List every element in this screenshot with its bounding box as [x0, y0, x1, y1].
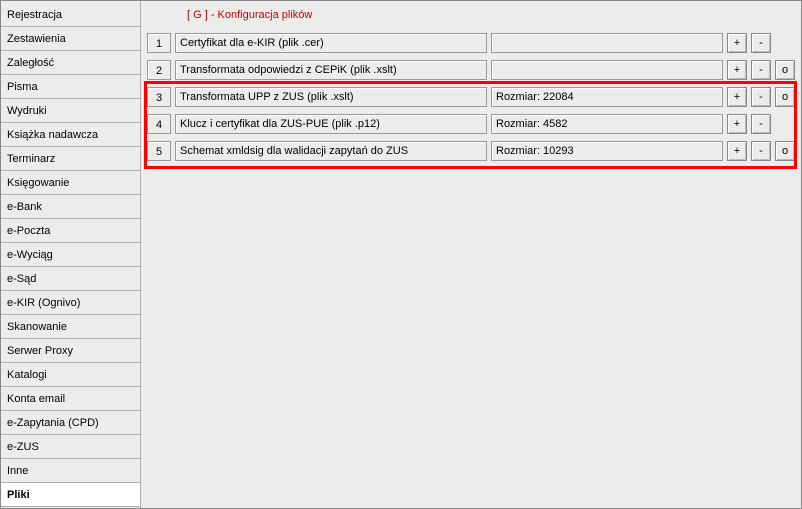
file-row: 4Klucz i certyfikat dla ZUS-PUE (plik .p…	[147, 110, 795, 137]
sidebar-item[interactable]: Rejestracja	[1, 3, 140, 27]
row-number: 5	[147, 141, 171, 161]
remove-button[interactable]: -	[751, 87, 771, 107]
sidebar-item[interactable]: e-Zapytania (CPD)	[1, 411, 140, 435]
sidebar-item[interactable]: Zaległość	[1, 51, 140, 75]
file-row: 5Schemat xmldsig dla walidacji zapytań d…	[147, 137, 795, 164]
remove-button[interactable]: -	[751, 60, 771, 80]
main-panel: [ G ] - Konfiguracja plików 1Certyfikat …	[141, 1, 801, 508]
remove-button[interactable]: -	[751, 114, 771, 134]
sidebar-item[interactable]: Konta email	[1, 387, 140, 411]
row-description: Certyfikat dla e-KIR (plik .cer)	[175, 33, 487, 53]
section-title: [ G ] - Konfiguracja plików	[147, 5, 795, 29]
row-size: Rozmiar: 4582	[491, 114, 723, 134]
file-row: 1Certyfikat dla e-KIR (plik .cer) +-	[147, 29, 795, 56]
remove-button[interactable]: -	[751, 141, 771, 161]
sidebar-item[interactable]: e-Sąd	[1, 267, 140, 291]
row-size: Rozmiar: 10293	[491, 141, 723, 161]
row-number: 1	[147, 33, 171, 53]
open-button[interactable]: o	[775, 87, 795, 107]
add-button[interactable]: +	[727, 33, 747, 53]
app-window: RejestracjaZestawieniaZaległośćPismaWydr…	[0, 0, 802, 509]
row-number: 3	[147, 87, 171, 107]
sidebar-item[interactable]: Katalogi	[1, 363, 140, 387]
remove-button[interactable]: -	[751, 33, 771, 53]
row-description: Schemat xmldsig dla walidacji zapytań do…	[175, 141, 487, 161]
file-rows: 1Certyfikat dla e-KIR (plik .cer) +-2Tra…	[147, 29, 795, 164]
sidebar-item[interactable]: Pliki	[1, 483, 140, 507]
open-button[interactable]: o	[775, 60, 795, 80]
row-number: 4	[147, 114, 171, 134]
row-size	[491, 60, 723, 80]
row-number: 2	[147, 60, 171, 80]
sidebar-item[interactable]: Księgowanie	[1, 171, 140, 195]
add-button[interactable]: +	[727, 60, 747, 80]
open-button[interactable]: o	[775, 141, 795, 161]
add-button[interactable]: +	[727, 114, 747, 134]
sidebar-item[interactable]: Terminarz	[1, 147, 140, 171]
sidebar-item[interactable]: e-KIR (Ognivo)	[1, 291, 140, 315]
row-description: Transformata UPP z ZUS (plik .xslt)	[175, 87, 487, 107]
sidebar-item[interactable]: Pisma	[1, 75, 140, 99]
sidebar-item[interactable]: Wydruki	[1, 99, 140, 123]
row-size	[491, 33, 723, 53]
file-row: 3Transformata UPP z ZUS (plik .xslt)Rozm…	[147, 83, 795, 110]
sidebar-item[interactable]: e-Poczta	[1, 219, 140, 243]
sidebar-item[interactable]: Zestawienia	[1, 27, 140, 51]
add-button[interactable]: +	[727, 141, 747, 161]
sidebar-item[interactable]: Inne	[1, 459, 140, 483]
row-description: Transformata odpowiedzi z CEPiK (plik .x…	[175, 60, 487, 80]
sidebar: RejestracjaZestawieniaZaległośćPismaWydr…	[1, 1, 141, 508]
sidebar-item[interactable]: e-Wyciąg	[1, 243, 140, 267]
sidebar-item[interactable]: Książka nadawcza	[1, 123, 140, 147]
add-button[interactable]: +	[727, 87, 747, 107]
row-description: Klucz i certyfikat dla ZUS-PUE (plik .p1…	[175, 114, 487, 134]
sidebar-item[interactable]: Skanowanie	[1, 315, 140, 339]
file-row: 2Transformata odpowiedzi z CEPiK (plik .…	[147, 56, 795, 83]
row-size: Rozmiar: 22084	[491, 87, 723, 107]
sidebar-item[interactable]: e-ZUS	[1, 435, 140, 459]
sidebar-item[interactable]: e-Bank	[1, 195, 140, 219]
sidebar-item[interactable]: Serwer Proxy	[1, 339, 140, 363]
